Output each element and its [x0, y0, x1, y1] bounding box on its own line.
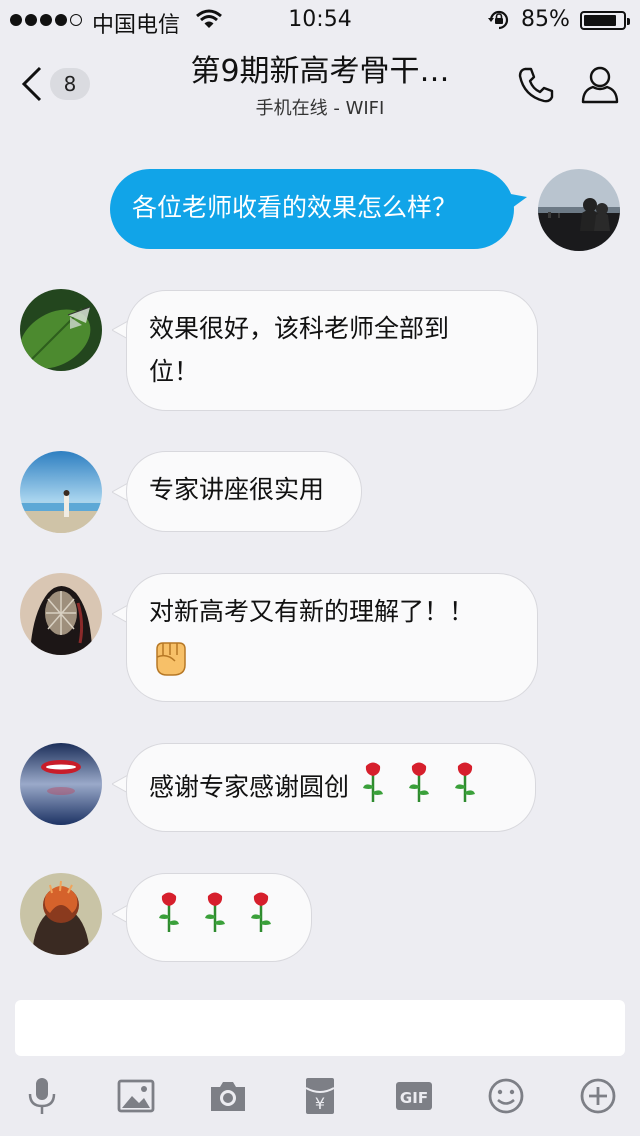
- chat-header: 8 第9期新高考骨干… 手机在线 - WIFI: [0, 40, 640, 130]
- message-bubble[interactable]: 对新高考又有新的理解了！！: [126, 573, 538, 702]
- feather-portrait-avatar[interactable]: [20, 573, 102, 655]
- message-text: 专家讲座很实用: [149, 475, 325, 504]
- status-bar: 中国电信 10:54 85%: [0, 0, 640, 40]
- two-people-silhouette-avatar[interactable]: [538, 169, 620, 251]
- message-input[interactable]: [15, 1000, 625, 1056]
- chevron-left-icon: [21, 66, 42, 102]
- message-bubble[interactable]: 专家讲座很实用: [126, 451, 362, 532]
- gif-label: GIF: [400, 1089, 428, 1107]
- online-status: 手机在线 - WIFI: [255, 98, 385, 119]
- message-text: 各位老师收看的效果怎么样？: [132, 193, 458, 222]
- message-text: 对新高考又有新的理解了！！: [149, 597, 475, 626]
- rotation-lock-icon: [487, 9, 511, 37]
- group-member-icon[interactable]: [580, 64, 620, 110]
- rose-emoji: [357, 760, 487, 817]
- phone-icon[interactable]: [515, 64, 557, 110]
- red-lips-water-avatar[interactable]: [20, 743, 102, 825]
- battery-icon: [580, 11, 630, 30]
- message-bubble[interactable]: 各位老师收看的效果怎么样？: [110, 169, 514, 249]
- back-button[interactable]: [18, 62, 46, 106]
- raised-fist-emoji: [156, 642, 186, 676]
- microphone-icon[interactable]: [22, 1076, 62, 1116]
- butterfly-leaf-avatar[interactable]: [20, 289, 102, 371]
- message-bubble[interactable]: 感谢专家感谢圆创: [126, 743, 536, 832]
- message-bubble[interactable]: [126, 873, 312, 962]
- message-text-line: 效果很好，该科老师全部到: [149, 314, 450, 343]
- yen-label: ¥: [315, 1094, 325, 1113]
- image-icon[interactable]: [116, 1076, 156, 1116]
- red-packet-icon[interactable]: ¥: [300, 1076, 340, 1116]
- beach-person-avatar[interactable]: [20, 451, 102, 533]
- unread-count-badge[interactable]: 8: [50, 68, 90, 100]
- message-bubble[interactable]: 效果很好，该科老师全部到 位！: [126, 290, 538, 411]
- input-bar: ¥ GIF: [0, 990, 640, 1136]
- bubble-tail: [505, 193, 527, 213]
- battery-percent: 85%: [521, 7, 570, 32]
- fiery-portrait-avatar[interactable]: [20, 873, 102, 955]
- rose-emoji: [153, 890, 283, 947]
- message-text: 感谢专家感谢圆创: [149, 772, 350, 802]
- gif-icon[interactable]: GIF: [394, 1076, 434, 1116]
- chat-title: 第9期新高考骨干…: [190, 54, 450, 89]
- message-text-line: 位！: [149, 357, 200, 386]
- emoji-icon[interactable]: [486, 1076, 526, 1116]
- camera-icon[interactable]: [208, 1076, 248, 1116]
- plus-icon[interactable]: [578, 1076, 618, 1116]
